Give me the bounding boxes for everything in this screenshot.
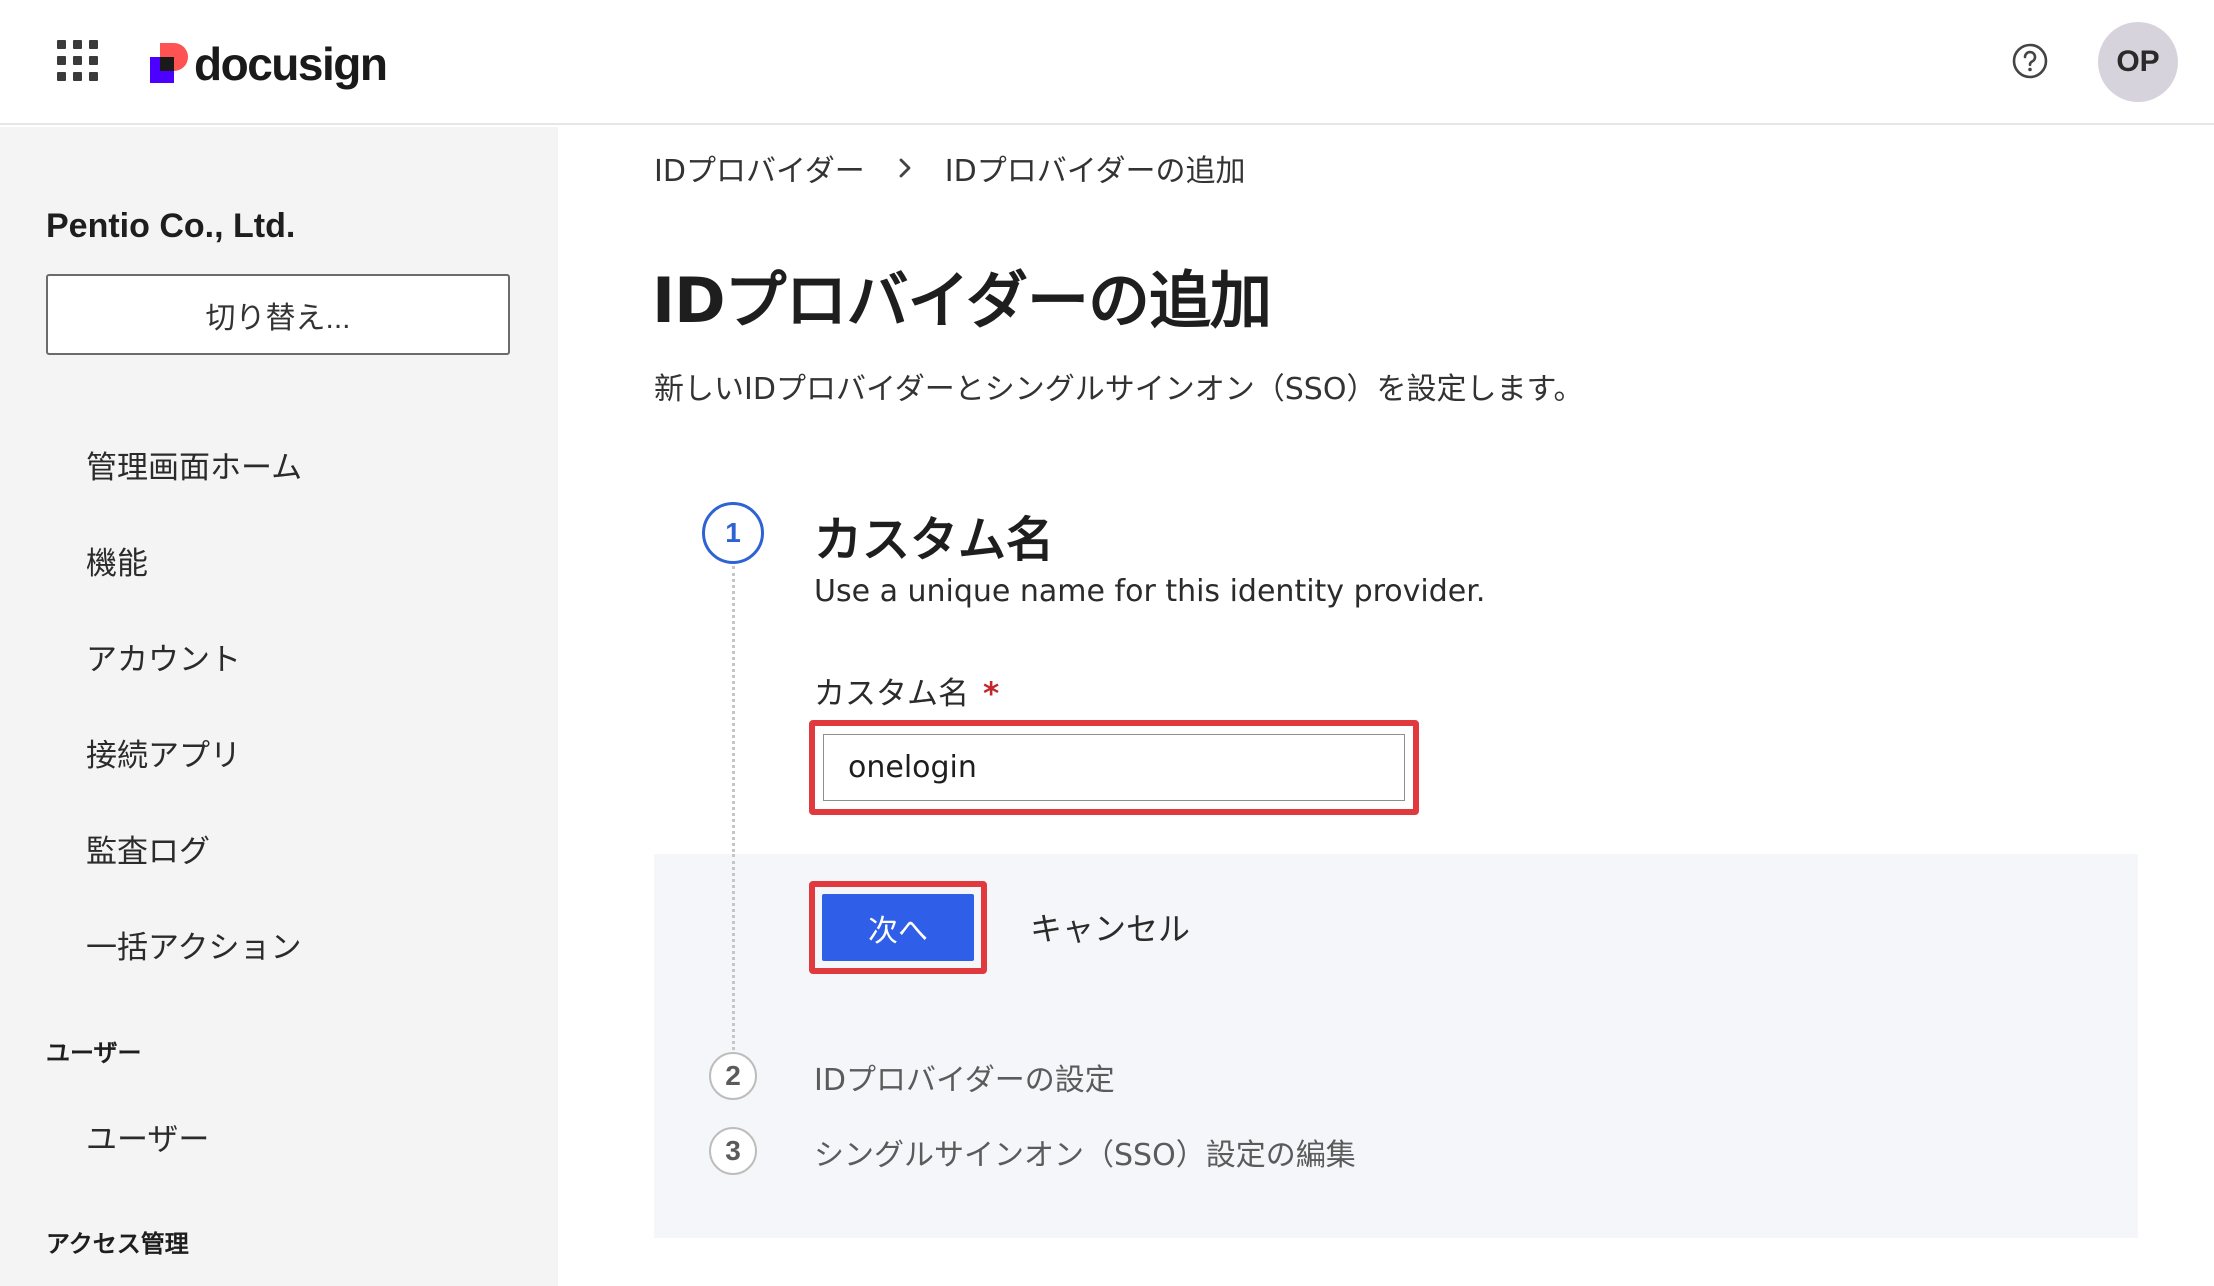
sidebar-item-admin-home[interactable]: 管理画面ホーム (86, 442, 302, 487)
org-name: Pentio Co., Ltd. (46, 207, 296, 245)
custom-name-label-text: カスタム名 (814, 676, 969, 712)
breadcrumb-identity-providers[interactable]: IDプロバイダー (654, 146, 865, 190)
user-avatar[interactable]: OP (2098, 22, 2178, 102)
top-bar: docusign OP (0, 0, 2214, 125)
sidebar: Pentio Co., Ltd. 切り替え... 管理画面ホーム 機能 アカウン… (0, 127, 558, 1286)
step-3-indicator: 3 (709, 1127, 757, 1175)
step-1-indicator: 1 (702, 502, 764, 564)
required-mark: * (983, 676, 1000, 712)
page-description: 新しいIDプロバイダーとシングルサインオン（SSO）を設定します。 (654, 372, 1584, 407)
breadcrumb-current: IDプロバイダーの追加 (944, 154, 1246, 189)
step-2-title: IDプロバイダーの設定 (814, 1063, 1115, 1098)
step-3-title: シングルサインオン（SSO）設定の編集 (814, 1138, 1356, 1173)
sidebar-item-features[interactable]: 機能 (86, 538, 148, 583)
app-launcher-icon[interactable] (57, 40, 98, 81)
docusign-logo[interactable]: docusign (150, 38, 388, 90)
custom-name-input[interactable] (823, 734, 1405, 801)
custom-name-label: カスタム名 * (814, 668, 999, 713)
chevron-right-icon (899, 158, 911, 178)
sidebar-item-bulk-actions[interactable]: 一括アクション (86, 922, 301, 967)
sidebar-section-access: アクセス管理 (46, 1230, 189, 1258)
step-1-subtitle: Use a unique name for this identity prov… (814, 574, 1486, 609)
step-connector-line (732, 854, 735, 1050)
switch-account-button[interactable]: 切り替え... (46, 274, 510, 355)
step-1-title: カスタム名 (814, 512, 1055, 568)
breadcrumb: IDプロバイダー IDプロバイダーの追加 (654, 146, 1246, 190)
next-button[interactable]: 次へ (822, 894, 974, 961)
help-icon[interactable] (2011, 42, 2049, 80)
sidebar-item-audit-logs[interactable]: 監査ログ (86, 826, 210, 871)
sidebar-item-users[interactable]: ユーザー (86, 1114, 209, 1159)
docusign-logo-icon (150, 43, 188, 83)
logo-wordmark: docusign (194, 38, 388, 90)
sidebar-section-users: ユーザー (46, 1039, 142, 1067)
page-title: IDプロバイダーの追加 (652, 264, 1272, 337)
cancel-button[interactable]: キャンセル (1030, 904, 1190, 950)
step-2-indicator: 2 (709, 1052, 757, 1100)
sidebar-item-connected-apps[interactable]: 接続アプリ (86, 730, 241, 775)
sidebar-item-accounts[interactable]: アカウント (86, 634, 241, 679)
